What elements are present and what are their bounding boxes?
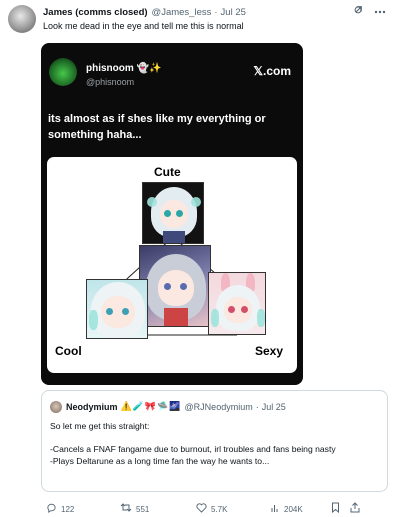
quote-avatar[interactable] [50,401,62,413]
more-icon[interactable] [374,6,386,18]
embedded-display-name: phisnoom 👻✨ [86,63,161,74]
like-count: 5.7K [211,504,228,514]
embedded-avatar [49,58,77,86]
views-count: 204K [284,504,303,514]
portrait-cute [142,182,204,244]
timestamp[interactable]: Jul 25 [221,7,246,18]
quote-display-name[interactable]: Neodymium [66,402,118,412]
embedded-image[interactable]: phisnoom 👻✨ @phisnoom 𝕏.com its almost a… [41,43,303,385]
quote-header: Neodymium ⚠️🧪🎀🛸🌌 @RJNeodymium · Jul 25 [66,401,286,412]
embedded-name-emojis: 👻✨ [136,63,162,74]
action-bar: 122 551 5.7K 204K [46,502,386,516]
reply-button[interactable]: 122 [46,502,74,516]
embedded-text: its almost as if shes like my everything… [48,113,266,141]
display-name[interactable]: James (comms closed) [43,7,148,18]
repost-button[interactable]: 551 [120,502,149,516]
avatar[interactable] [8,5,36,33]
label-cool: Cool [55,344,82,358]
reply-count: 122 [61,504,75,514]
tweet-header: James (comms closed) @James_less · Jul 2… [43,5,384,19]
portrait-cool [86,279,148,339]
bookmark-button[interactable] [331,502,340,516]
like-button[interactable]: 5.7K [196,502,228,516]
tweet-text: Look me dead in the eye and tell me this… [43,21,244,31]
quote-handle[interactable]: @RJNeodymium [185,402,253,412]
repost-icon [120,502,132,516]
x-logo: 𝕏.com [253,64,291,78]
quote-line: So let me get this straight: [50,421,150,431]
label-cute: Cute [154,165,181,179]
header-icons [353,4,386,19]
views-button[interactable]: 204K [270,503,303,516]
embedded-name-text: phisnoom [86,63,134,74]
grok-icon[interactable] [353,4,364,19]
quote-text: So let me get this straight: -Cancels a … [50,421,377,467]
portrait-sexy [208,272,266,335]
views-icon [270,503,280,516]
meme-chart: Cute Cool Sexy [47,157,297,373]
heart-icon [196,502,207,516]
embedded-handle: @phisnoom [86,77,135,87]
quote-timestamp[interactable]: Jul 25 [262,402,286,412]
user-handle[interactable]: @James_less [152,7,212,18]
portrait-center [139,245,211,327]
quote-line: -Plays Deltarune as a long time fan the … [50,455,270,466]
repost-count: 551 [136,504,150,514]
separator-dot: · [214,6,218,18]
quote-separator: · [255,401,259,412]
quote-tweet[interactable]: Neodymium ⚠️🧪🎀🛸🌌 @RJNeodymium · Jul 25 S… [41,390,388,492]
bookmark-icon [331,502,340,516]
reply-icon [46,502,57,516]
share-icon [350,502,360,516]
share-button[interactable] [350,502,360,516]
quote-line: -Cancels a FNAF fangame due to burnout, … [50,444,336,454]
label-sexy: Sexy [255,344,284,358]
quote-name-emojis: ⚠️🧪🎀🛸🌌 [120,401,182,411]
